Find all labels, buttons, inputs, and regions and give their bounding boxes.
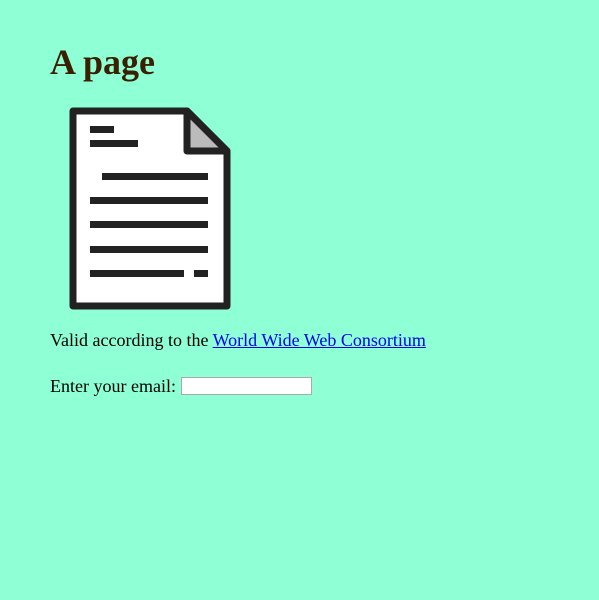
validity-text: Valid according to the [50, 330, 213, 350]
validity-paragraph: Valid according to the World Wide Web Co… [50, 329, 599, 351]
document-fold-shape [183, 107, 231, 155]
email-label: Enter your email: [50, 376, 176, 396]
email-field[interactable] [180, 377, 312, 395]
page-container: A page Valid according to the World Wide… [0, 0, 599, 397]
document-icon [69, 107, 231, 310]
email-row: Enter your email: [50, 375, 599, 397]
w3c-link[interactable]: World Wide Web Consortium [213, 330, 426, 350]
page-title: A page [50, 42, 156, 82]
